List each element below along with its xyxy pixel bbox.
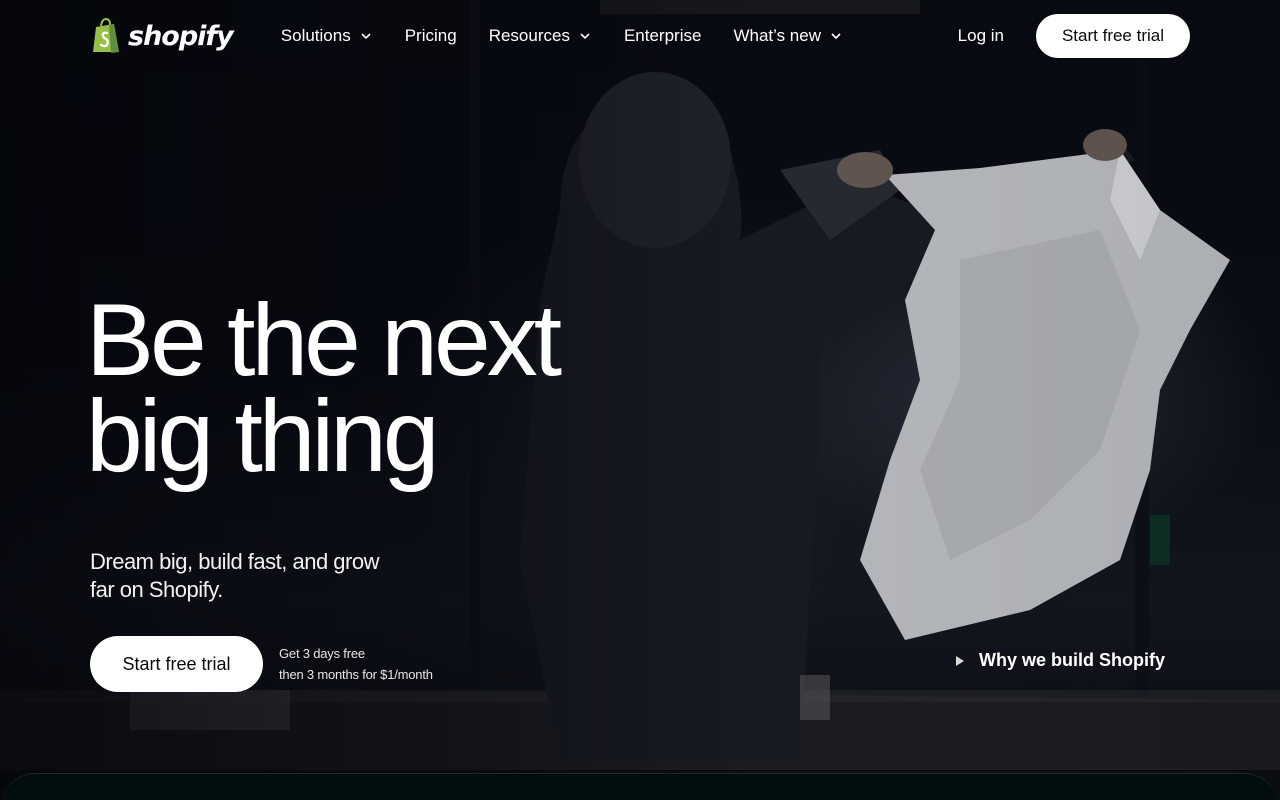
login-link[interactable]: Log in — [958, 26, 1004, 46]
shopify-bag-icon — [93, 18, 119, 53]
chevron-down-icon — [361, 33, 371, 40]
hero-headline: Be the next big thing — [86, 283, 562, 493]
why-we-build-video-link[interactable]: Why we build Shopify — [955, 650, 1165, 671]
nav-item-resources[interactable]: Resources — [473, 16, 608, 56]
trial-offer-note: Get 3 days free then 3 months for $1/mon… — [279, 643, 433, 685]
nav-links: Solutions Pricing Resources Enterprise W… — [281, 16, 859, 56]
nav-item-solutions[interactable]: Solutions — [281, 16, 389, 56]
hero-headline-line-1: Be the next — [86, 283, 562, 397]
nav-item-label: Pricing — [404, 26, 457, 45]
nav-item-label: Enterprise — [623, 26, 702, 45]
nav-item-label: Solutions — [280, 26, 351, 45]
hero-subhead: Dream big, build fast, and grow far on S… — [90, 549, 380, 602]
start-free-trial-button[interactable]: Start free trial — [1036, 14, 1190, 58]
chevron-down-icon — [831, 33, 841, 40]
nav-actions: Log in Start free trial — [958, 14, 1190, 58]
next-section-panel — [0, 773, 1280, 800]
trial-note-line-1: Get 3 days free — [279, 646, 365, 661]
chevron-down-icon — [580, 33, 590, 40]
top-navigation: shopify Solutions Pricing Resources Ente… — [0, 0, 1280, 72]
nav-item-label: Resources — [488, 26, 570, 45]
nav-item-pricing[interactable]: Pricing — [389, 16, 473, 56]
trial-note-line-2: then 3 months for $1/month — [279, 667, 433, 682]
nav-item-enterprise[interactable]: Enterprise — [608, 16, 717, 56]
shopify-wordmark: shopify — [128, 20, 234, 52]
nav-item-label: What’s new — [733, 26, 821, 45]
nav-item-whats-new[interactable]: What’s new — [717, 16, 859, 56]
hero-start-free-trial-button[interactable]: Start free trial — [90, 636, 263, 692]
hero-headline-line-2: big thing — [86, 379, 440, 493]
shopify-logo[interactable]: shopify — [90, 16, 234, 56]
video-link-label: Why we build Shopify — [979, 650, 1165, 670]
play-icon — [956, 655, 964, 666]
